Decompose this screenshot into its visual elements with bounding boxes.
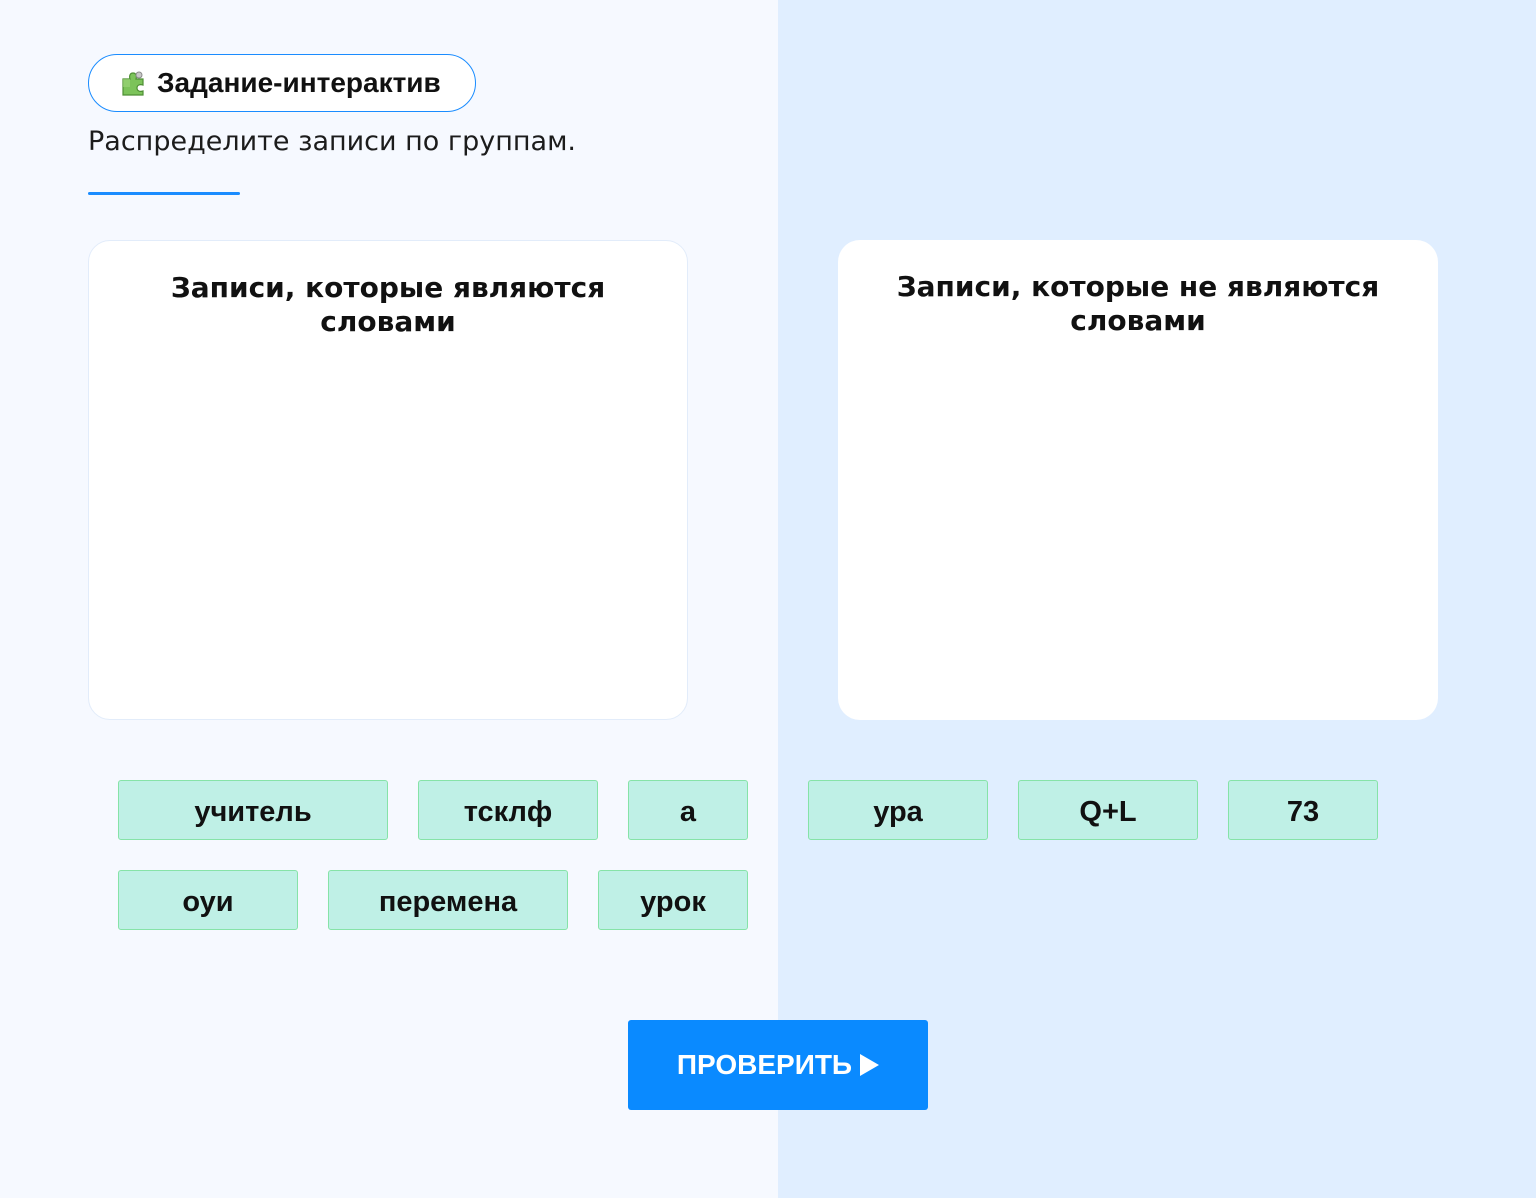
check-button-label: ПРОВЕРИТЬ xyxy=(676,1049,853,1080)
chip-peremena[interactable]: перемена xyxy=(328,870,568,930)
chip-urok[interactable]: урок xyxy=(598,870,748,930)
task-badge: Задание-интерактив xyxy=(88,54,476,112)
check-button[interactable]: ПРОВЕРИТЬ xyxy=(628,1020,928,1110)
chip-73[interactable]: 73 xyxy=(1228,780,1378,840)
play-icon xyxy=(860,1054,880,1076)
instruction-text: Распределите записи по группам. xyxy=(88,126,577,157)
chip-oui[interactable]: оуи xyxy=(118,870,298,930)
title-underline xyxy=(88,192,240,195)
chip-tsklf[interactable]: тсклф xyxy=(418,780,598,840)
chip-a[interactable]: а xyxy=(628,780,748,840)
group-words-title: Записи, которые являются словами xyxy=(170,271,606,338)
puzzle-icon xyxy=(117,67,149,99)
chip-uchitel[interactable]: учитель xyxy=(118,780,388,840)
group-non-words-dropzone[interactable]: Записи, которые не являются словами xyxy=(838,240,1438,720)
group-non-words-title: Записи, которые не являются словами xyxy=(896,270,1380,337)
chip-ura[interactable]: ура xyxy=(808,780,988,840)
chip-q-plus-l[interactable]: Q+L xyxy=(1018,780,1198,840)
badge-label: Задание-интерактив xyxy=(157,67,441,98)
group-words-dropzone[interactable]: Записи, которые являются словами xyxy=(88,240,688,720)
